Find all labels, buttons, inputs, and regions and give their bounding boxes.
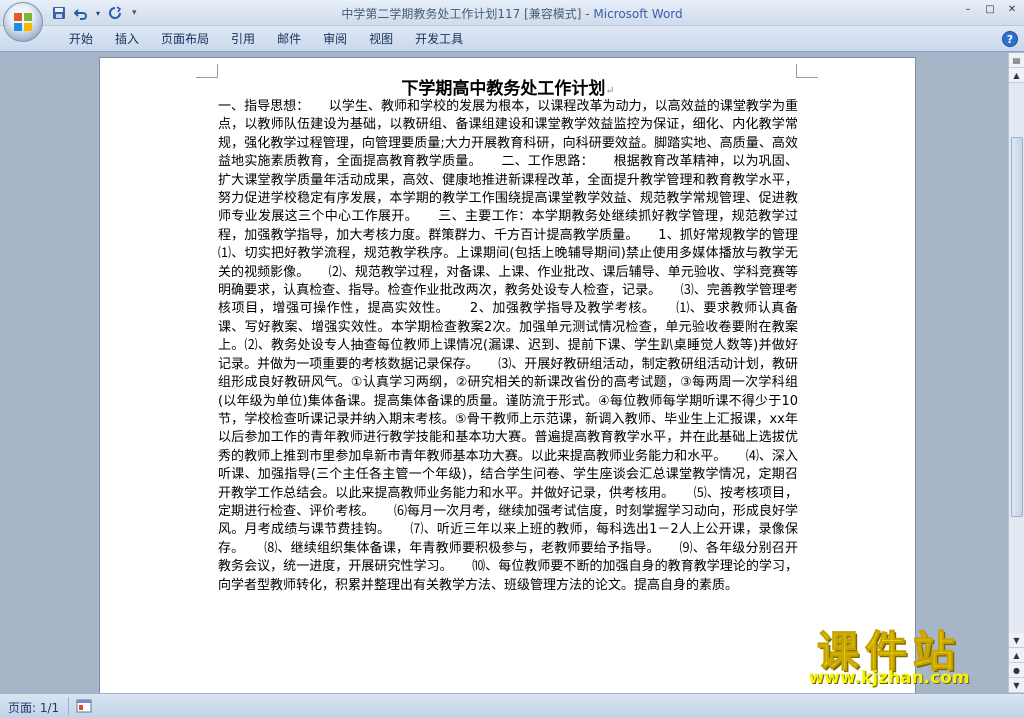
app-name: Microsoft Word [593,7,683,21]
select-browse-object-icon[interactable]: ● [1009,663,1024,678]
document-page[interactable]: 下学期高中教务处工作计划↵ 一、指导思想： 以学生、教师和学校的发展为根本，以课… [99,57,916,693]
status-bar: 页面: 1/1 [0,693,1024,718]
window-controls: – □ ✕ [960,2,1020,16]
tab-mailings[interactable]: 邮件 [266,31,312,47]
scroll-up-icon[interactable]: ▲ [1009,68,1024,83]
minimize-button[interactable]: – [960,2,976,16]
view-ruler-icon[interactable]: ▤ [1009,53,1024,68]
tab-home[interactable]: 开始 [58,31,104,47]
document-area[interactable]: 下学期高中教务处工作计划↵ 一、指导思想： 以学生、教师和学校的发展为根本，以课… [0,53,1008,693]
margin-corner-top-right [796,64,818,78]
scroll-down-icon[interactable]: ▼ [1009,633,1024,648]
vertical-scrollbar[interactable]: ▤ ▲ ▼ ▲ ● ▼ [1008,53,1024,693]
title-bar: ▾ ▾ 中学第二学期教务处工作计划117 [兼容模式] - Microsoft … [0,0,1024,42]
document-name: 中学第二学期教务处工作计划117 [兼容模式] - [341,7,594,21]
tab-developer[interactable]: 开发工具 [404,31,474,47]
previous-page-icon[interactable]: ▲ [1009,648,1024,663]
office-logo-icon [14,13,32,31]
watermark-url: www.kjzhan.com [808,668,970,688]
tab-references[interactable]: 引用 [220,31,266,47]
tab-insert[interactable]: 插入 [104,31,150,47]
restore-button[interactable]: □ [982,2,998,16]
margin-corner-top-left [196,64,218,78]
page-count[interactable]: 页面: 1/1 [8,699,59,716]
close-button[interactable]: ✕ [1004,2,1020,16]
scroll-thumb[interactable] [1011,137,1023,517]
tab-page-layout[interactable]: 页面布局 [150,31,220,47]
ribbon-tabs: 开始 插入 页面布局 引用 邮件 审阅 视图 开发工具 [58,31,474,47]
tab-review[interactable]: 审阅 [312,31,358,47]
ribbon-tab-bar: 开始 插入 页面布局 引用 邮件 审阅 视图 开发工具 ? [0,26,1024,52]
watermark-logo: 课件站 www.kjzhan.com [772,618,1006,692]
tab-view[interactable]: 视图 [358,31,404,47]
paragraph-mark: ↵ [605,84,615,97]
window-title: 中学第二学期教务处工作计划117 [兼容模式] - Microsoft Word [0,5,1024,22]
next-page-icon[interactable]: ▼ [1009,678,1024,693]
document-body[interactable]: 一、指导思想： 以学生、教师和学校的发展为根本，以课程改革为动力，以高效益的课堂… [218,98,798,595]
macro-record-icon[interactable] [76,698,92,714]
office-button[interactable] [3,2,43,42]
status-divider [68,697,69,715]
scroll-bottom-controls: ▼ ▲ ● ▼ [1009,633,1024,693]
help-icon[interactable]: ? [1002,31,1018,47]
document-title: 下学期高中教务处工作计划↵ [401,79,615,99]
